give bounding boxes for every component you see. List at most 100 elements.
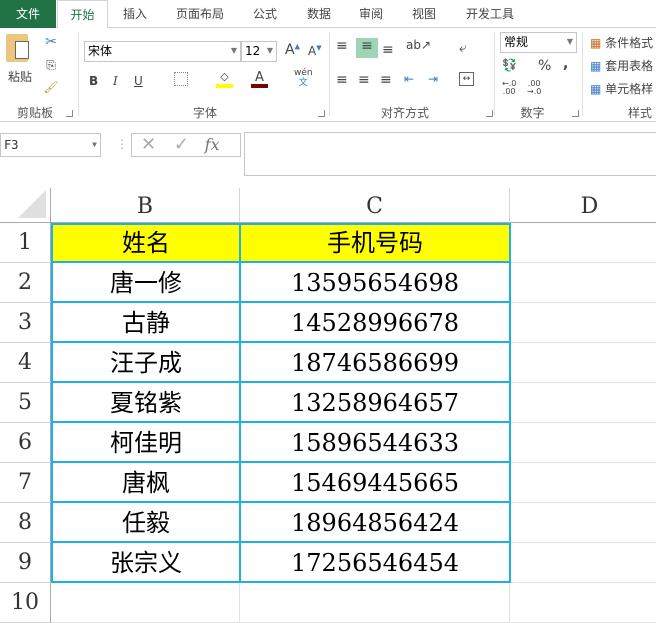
tab-insert[interactable]: 插入: [112, 0, 158, 28]
align-center-icon[interactable]: ≡: [358, 72, 370, 88]
name-cell[interactable]: 任毅: [51, 501, 241, 543]
tab-data[interactable]: 数据: [298, 0, 340, 28]
empty-cell[interactable]: [511, 503, 656, 543]
row-header[interactable]: 6: [0, 423, 51, 463]
tab-file[interactable]: 文件: [0, 0, 56, 28]
tab-view[interactable]: 视图: [403, 0, 445, 28]
increase-indent-icon[interactable]: ⇥: [428, 72, 438, 86]
name-box[interactable]: F3 ▼: [0, 133, 101, 157]
tab-page-layout[interactable]: 页面布局: [168, 0, 232, 28]
font-size-select[interactable]: 12 ▼: [241, 41, 277, 62]
align-left-icon[interactable]: ≡: [336, 72, 348, 88]
row-header[interactable]: 8: [0, 503, 51, 543]
shrink-font-icon[interactable]: A▼: [308, 44, 322, 58]
column-header-b[interactable]: B: [51, 188, 240, 223]
decrease-decimal-icon[interactable]: .00 →.0: [527, 80, 541, 96]
format-table-button[interactable]: ▦ 套用表格: [590, 57, 653, 74]
row-header[interactable]: 3: [0, 303, 51, 343]
name-cell[interactable]: 古静: [51, 301, 241, 343]
row-header[interactable]: 4: [0, 343, 51, 383]
orientation-icon[interactable]: ab↗: [406, 38, 431, 52]
empty-cell[interactable]: [511, 463, 656, 503]
number-launcher-icon[interactable]: [572, 110, 579, 117]
name-cell[interactable]: 柯佳明: [51, 421, 241, 463]
cell-styles-button[interactable]: ▦ 单元格样: [590, 80, 653, 97]
row-header[interactable]: 2: [0, 263, 51, 303]
comma-button[interactable]: ,: [563, 56, 568, 72]
name-cell[interactable]: 夏铭紫: [51, 381, 241, 423]
formula-input[interactable]: [244, 132, 656, 176]
wrap-text-icon[interactable]: ⤶: [459, 40, 467, 56]
empty-cell[interactable]: [511, 383, 656, 423]
phone-cell[interactable]: 17256546454: [239, 541, 511, 583]
phonetic-button[interactable]: wén 文: [294, 68, 313, 88]
empty-cell[interactable]: [511, 543, 656, 583]
name-cell[interactable]: 唐一修: [51, 261, 241, 303]
percent-button[interactable]: %: [538, 58, 551, 74]
clipboard-launcher-icon[interactable]: [66, 110, 73, 117]
select-all-button[interactable]: [0, 188, 51, 223]
row-header[interactable]: 10: [0, 583, 51, 623]
italic-button[interactable]: I: [113, 74, 118, 88]
phone-cell[interactable]: 18964856424: [239, 501, 511, 543]
paste-label[interactable]: 粘贴: [5, 68, 35, 85]
cut-icon[interactable]: ✂: [43, 34, 59, 50]
grow-font-icon[interactable]: A▲: [285, 42, 300, 58]
tab-developer[interactable]: 开发工具: [458, 0, 522, 28]
name-cell[interactable]: 唐枫: [51, 461, 241, 503]
column-header-d[interactable]: D: [510, 188, 656, 223]
phone-cell[interactable]: 18746586699: [239, 341, 511, 383]
empty-cell[interactable]: [51, 583, 240, 623]
number-format-select[interactable]: 常规 ▼: [500, 32, 577, 53]
grip-icon: ⋮: [116, 137, 128, 151]
empty-cell[interactable]: [511, 223, 656, 263]
align-top-icon[interactable]: ≡: [336, 38, 348, 54]
tab-home[interactable]: 开始: [57, 0, 108, 29]
header-cell-phone[interactable]: 手机号码: [239, 223, 511, 263]
conditional-format-button[interactable]: ▦ 条件格式: [590, 34, 653, 51]
align-right-icon[interactable]: ≡: [380, 72, 392, 88]
copy-icon[interactable]: ⎘: [43, 58, 59, 73]
empty-cell[interactable]: [240, 583, 510, 623]
row-header[interactable]: 5: [0, 383, 51, 423]
font-color-icon[interactable]: A: [251, 70, 268, 88]
merge-center-icon[interactable]: ↔: [459, 72, 474, 86]
empty-cell[interactable]: [511, 583, 656, 623]
empty-cell[interactable]: [511, 343, 656, 383]
tab-review[interactable]: 审阅: [350, 0, 392, 28]
borders-icon[interactable]: [174, 72, 188, 86]
name-cell[interactable]: 汪子成: [51, 341, 241, 383]
row-header[interactable]: 1: [0, 223, 51, 263]
insert-function-button[interactable]: fx: [205, 135, 220, 154]
align-middle-icon[interactable]: ≡: [356, 38, 378, 58]
formula-buttons: ✕ ✓ fx: [131, 133, 241, 157]
underline-button[interactable]: U: [134, 74, 143, 88]
currency-icon[interactable]: 💱: [502, 58, 517, 72]
phone-cell[interactable]: 13595654698: [239, 261, 511, 303]
phone-cell[interactable]: 13258964657: [239, 381, 511, 423]
tab-formulas[interactable]: 公式: [244, 0, 286, 28]
empty-cell[interactable]: [511, 263, 656, 303]
phone-cell[interactable]: 15469445665: [239, 461, 511, 503]
decrease-indent-icon[interactable]: ⇤: [404, 72, 414, 86]
phone-cell[interactable]: 15896544633: [239, 421, 511, 463]
header-cell-name[interactable]: 姓名: [51, 223, 241, 263]
increase-decimal-icon[interactable]: ←.0.00: [502, 80, 516, 96]
paste-button[interactable]: [6, 34, 32, 64]
alignment-launcher-icon[interactable]: [486, 110, 493, 117]
cancel-icon[interactable]: ✕: [141, 134, 156, 155]
phone-cell[interactable]: 14528996678: [239, 301, 511, 343]
bold-button[interactable]: B: [89, 74, 98, 88]
row-header[interactable]: 9: [0, 543, 51, 583]
font-launcher-icon[interactable]: [318, 110, 325, 117]
fill-color-icon[interactable]: ◇: [216, 70, 233, 88]
font-name-select[interactable]: 宋体 ▼: [84, 41, 241, 62]
format-painter-icon[interactable]: 🖌: [43, 80, 59, 94]
name-cell[interactable]: 张宗义: [51, 541, 241, 583]
empty-cell[interactable]: [511, 303, 656, 343]
column-header-c[interactable]: C: [240, 188, 510, 223]
row-header[interactable]: 7: [0, 463, 51, 503]
empty-cell[interactable]: [511, 423, 656, 463]
enter-icon[interactable]: ✓: [174, 134, 189, 155]
align-bottom-icon[interactable]: ≡: [382, 42, 394, 58]
